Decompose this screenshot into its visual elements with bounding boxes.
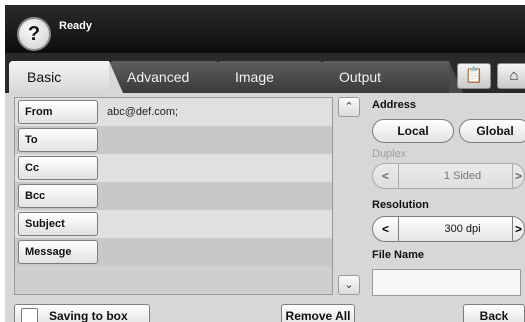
duplex-next-button: > (512, 164, 524, 188)
bcc-button[interactable]: Bcc (18, 184, 98, 208)
resolution-spinner[interactable]: < 300 dpi > (372, 216, 525, 242)
clipboard-icon[interactable]: 📋 (457, 63, 491, 89)
app-window: ? Ready Advanced Image Output Basic 📋 ⌂ … (5, 5, 525, 322)
title-bar: ? Ready (5, 5, 525, 53)
local-button[interactable]: Local (372, 119, 454, 143)
from-value[interactable]: abc@def.com; (107, 98, 178, 126)
address-label: Address (372, 99, 417, 111)
resolution-prev-button[interactable]: < (373, 217, 399, 241)
cc-button[interactable]: Cc (18, 156, 98, 180)
tab-bar: Advanced Image Output Basic 📋 ⌂ (5, 53, 525, 93)
back-button[interactable]: Back (463, 304, 525, 322)
file-name-input[interactable] (372, 269, 521, 296)
file-name-label: File Name (372, 249, 424, 261)
saving-checkbox[interactable] (21, 308, 38, 322)
table-row: Cc (15, 154, 332, 182)
saving-to-box-label: Saving to box (49, 309, 128, 322)
scroll-down-button[interactable]: ⌄ (338, 275, 360, 295)
tab-basic[interactable]: Basic (9, 61, 123, 93)
duplex-prev-button: < (373, 164, 399, 188)
to-button[interactable]: To (18, 128, 98, 152)
resolution-label: Resolution (372, 199, 429, 211)
from-button[interactable]: From (18, 100, 98, 124)
home-icon[interactable]: ⌂ (497, 63, 525, 89)
tab-image[interactable]: Image (217, 61, 335, 93)
table-row: From abc@def.com; (15, 98, 332, 126)
scroll-up-button[interactable]: ⌃ (338, 97, 360, 117)
tab-output[interactable]: Output (321, 61, 463, 93)
tab-advanced[interactable]: Advanced (109, 61, 231, 93)
table-row: Message (15, 238, 332, 266)
resolution-value: 300 dpi (444, 223, 481, 235)
status-text: Ready (59, 20, 93, 32)
global-button[interactable]: Global (459, 119, 525, 143)
help-icon[interactable]: ? (17, 17, 51, 51)
table-row: Subject (15, 210, 332, 238)
recipient-table: From abc@def.com; To Cc Bcc Subject Mess… (14, 97, 333, 295)
duplex-label: Duplex (372, 148, 407, 160)
message-button[interactable]: Message (18, 240, 98, 264)
duplex-spinner: < 1 Sided > (372, 163, 525, 189)
resolution-next-button[interactable]: > (512, 217, 524, 241)
subject-button[interactable]: Subject (18, 212, 98, 236)
table-row: Bcc (15, 182, 332, 210)
remove-all-button[interactable]: Remove All (281, 304, 355, 322)
table-row: To (15, 126, 332, 154)
saving-to-box-button[interactable]: Saving to box (14, 304, 150, 322)
duplex-value: 1 Sided (443, 170, 482, 182)
